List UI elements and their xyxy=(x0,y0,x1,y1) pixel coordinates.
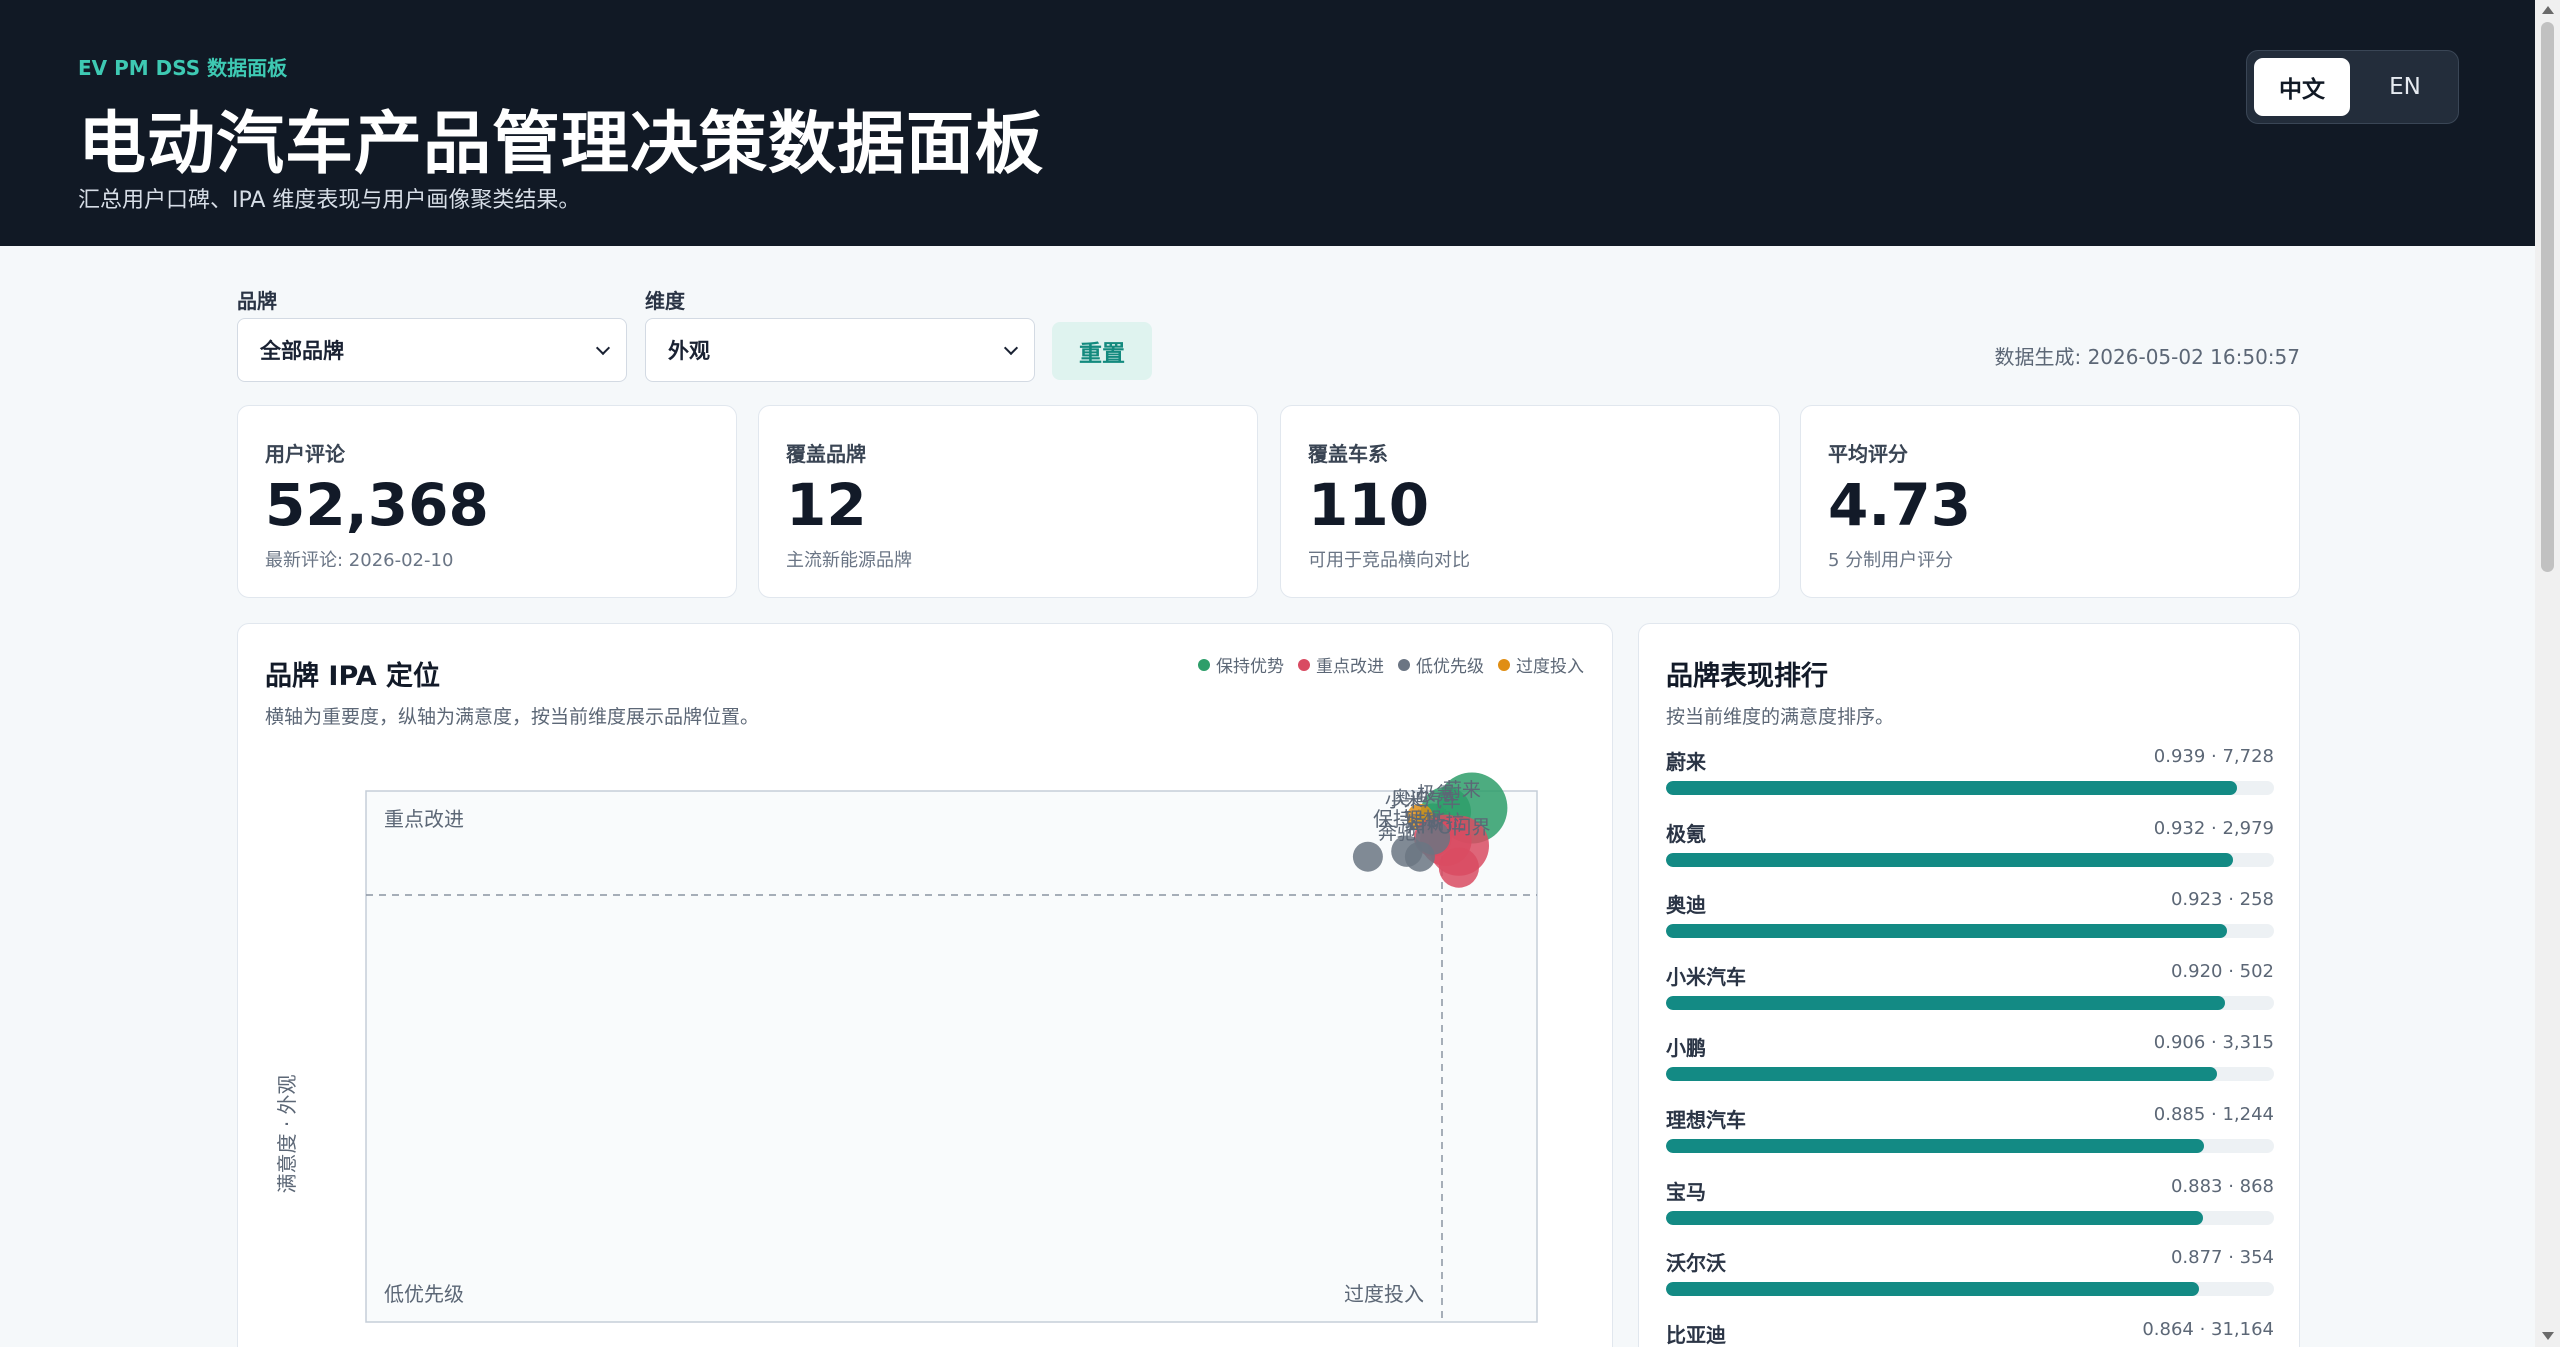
ranking-score: 0.932 · 2,979 xyxy=(2153,817,2274,839)
ranking-score: 0.923 · 258 xyxy=(2170,889,2274,911)
ranking-panel: 品牌表现排行 按当前维度的满意度排序。 蔚来 0.939 · 7,728 极氪 0.9… xyxy=(1638,623,2300,1347)
ranking-row: 沃尔沃 0.877 · 354 xyxy=(1666,1247,2274,1307)
ranking-row: 蔚来 0.939 · 7,728 xyxy=(1666,746,2274,806)
ranking-bar-fill xyxy=(1666,781,2237,795)
ranking-bar-fill xyxy=(1666,924,2228,939)
y-axis-label: 满意度 · 外观 xyxy=(275,1074,299,1193)
ranking-bar-track xyxy=(1666,1139,2274,1153)
kpi-label: 平均评分 xyxy=(1828,442,1908,466)
lang-en-button[interactable]: EN xyxy=(2357,58,2453,116)
scatter-point-label: 奔驰 xyxy=(1378,822,1416,844)
ranking-row: 极氪 0.932 · 2,979 xyxy=(1666,818,2274,878)
ranking-bar-track xyxy=(1666,924,2274,939)
ranking-row: 理想汽车 0.885 · 1,244 xyxy=(1666,1104,2274,1164)
ranking-score: 0.906 · 3,315 xyxy=(2153,1032,2274,1054)
quadrant-label-bottom-right: 过度投入 xyxy=(1344,1282,1424,1306)
ranking-row: 奥迪 0.923 · 258 xyxy=(1666,889,2274,949)
kpi-value: 4.73 xyxy=(1828,471,1972,539)
brand-select-value: 全部品牌 xyxy=(260,339,344,363)
ranking-row: 小米汽车 0.920 · 502 xyxy=(1666,961,2274,1021)
kpi-card-reviews: 用户评论 52,368 最新评论: 2026-02-10 xyxy=(237,405,737,598)
ranking-brand-name: 小米汽车 xyxy=(1666,964,1746,989)
ranking-brand-name: 比亚迪 xyxy=(1666,1322,1726,1347)
ipa-panel: 品牌 IPA 定位 横轴为重要度，纵轴为满意度，按当前维度展示品牌位置。 保持优… xyxy=(237,623,1613,1347)
kpi-label: 覆盖品牌 xyxy=(786,442,866,466)
ranking-row: 比亚迪 0.864 · 31,164 xyxy=(1666,1319,2274,1347)
lang-zh-button[interactable]: 中文 xyxy=(2254,58,2350,116)
page-title: 电动汽车产品管理决策数据面板 xyxy=(78,105,1045,184)
scatter-point-label: 奥迪 xyxy=(1391,788,1429,810)
ranking-score: 0.864 · 31,164 xyxy=(2142,1318,2274,1340)
ipa-scatter-chart: 重点改进 保持优势 低优先级 过度投入 满意度 · 外观 蔚来小米汽车极氪奥迪理… xyxy=(275,772,1538,1323)
kpi-value: 52,368 xyxy=(265,471,489,539)
quadrant-label-top-left: 重点改进 xyxy=(384,807,464,831)
ranking-brand-name: 沃尔沃 xyxy=(1666,1251,1726,1276)
ranking-bar-track xyxy=(1666,1282,2274,1297)
ranking-score: 0.883 · 868 xyxy=(2170,1175,2274,1197)
scatter-point-label: AITO问界 xyxy=(1407,817,1490,839)
ranking-desc: 按当前维度的满意度排序。 xyxy=(1666,706,1895,728)
ranking-bar-track xyxy=(1666,852,2274,867)
eyebrow-label: EV PM DSS 数据面板 xyxy=(78,56,288,80)
kpi-value: 12 xyxy=(786,471,867,539)
ranking-bar-track xyxy=(1666,1067,2274,1082)
chevron-down-icon xyxy=(595,340,611,356)
generated-timestamp: 数据生成: 2026-05-02 16:50:57 xyxy=(1994,345,2300,369)
ranking-score: 0.885 · 1,244 xyxy=(2153,1104,2274,1125)
ranking-bar-fill xyxy=(1666,1067,2217,1082)
dimension-select[interactable]: 外观 xyxy=(645,318,1035,382)
brand-select[interactable]: 全部品牌 xyxy=(237,318,627,382)
ranking-title: 品牌表现排行 xyxy=(1666,661,1828,692)
kpi-card-series: 覆盖车系 110 可用于竞品横向对比 xyxy=(1280,405,1780,598)
kpi-label: 覆盖车系 xyxy=(1308,442,1388,466)
kpi-note: 主流新能源品牌 xyxy=(786,550,912,571)
kpi-note: 可用于竞品横向对比 xyxy=(1308,550,1470,571)
plot-area xyxy=(365,790,1538,1323)
ranking-brand-name: 蔚来 xyxy=(1666,750,1706,774)
ranking-brand-name: 小鹏 xyxy=(1666,1036,1706,1061)
ranking-score: 0.877 · 354 xyxy=(2170,1247,2274,1269)
scatter-point[interactable] xyxy=(1438,847,1479,888)
chevron-down-icon xyxy=(1003,340,1019,356)
page-header: EV PM DSS 数据面板 电动汽车产品管理决策数据面板 汇总用户口碑、IPA… xyxy=(0,0,2535,246)
kpi-card-rating: 平均评分 4.73 5 分制用户评分 xyxy=(1800,405,2300,598)
ranking-bar-track xyxy=(1666,1210,2274,1225)
page-subtitle: 汇总用户口碑、IPA 维度表现与用户画像聚类结果。 xyxy=(78,188,581,213)
dimension-filter-label: 维度 xyxy=(645,289,685,313)
ranking-bar-fill xyxy=(1666,852,2233,867)
ranking-row: 宝马 0.883 · 868 xyxy=(1666,1176,2274,1236)
kpi-note: 5 分制用户评分 xyxy=(1828,550,1954,571)
ranking-brand-name: 奥迪 xyxy=(1666,893,1706,918)
ranking-bar-track xyxy=(1666,781,2274,795)
scatter-point[interactable] xyxy=(1352,841,1383,872)
ranking-bar-fill xyxy=(1666,1139,2205,1153)
kpi-label: 用户评论 xyxy=(265,442,345,466)
scroll-down-icon[interactable] xyxy=(2542,1332,2554,1340)
ranking-score: 0.939 · 7,728 xyxy=(2153,746,2274,767)
reset-button[interactable]: 重置 xyxy=(1052,322,1152,380)
quadrant-label-bottom-left: 低优先级 xyxy=(384,1282,464,1306)
scroll-thumb[interactable] xyxy=(2541,22,2554,572)
dimension-select-value: 外观 xyxy=(668,339,710,363)
ranking-bar-fill xyxy=(1666,1210,2203,1225)
brand-filter-label: 品牌 xyxy=(237,289,277,313)
language-switch: 中文 EN xyxy=(2246,50,2459,124)
ranking-bar-fill xyxy=(1666,995,2226,1010)
ranking-bar-fill xyxy=(1666,1282,2200,1297)
page-scrollbar[interactable] xyxy=(2535,0,2560,1347)
kpi-value: 110 xyxy=(1308,471,1430,539)
kpi-card-brands: 覆盖品牌 12 主流新能源品牌 xyxy=(758,405,1258,598)
scroll-up-icon[interactable] xyxy=(2542,6,2554,14)
ranking-brand-name: 理想汽车 xyxy=(1666,1108,1746,1132)
ranking-bar-track xyxy=(1666,995,2274,1010)
ranking-row: 小鹏 0.906 · 3,315 xyxy=(1666,1032,2274,1092)
ranking-brand-name: 宝马 xyxy=(1666,1179,1706,1204)
ranking-brand-name: 极氪 xyxy=(1666,821,1706,846)
ranking-score: 0.920 · 502 xyxy=(2170,960,2274,982)
kpi-note: 最新评论: 2026-02-10 xyxy=(265,550,454,571)
